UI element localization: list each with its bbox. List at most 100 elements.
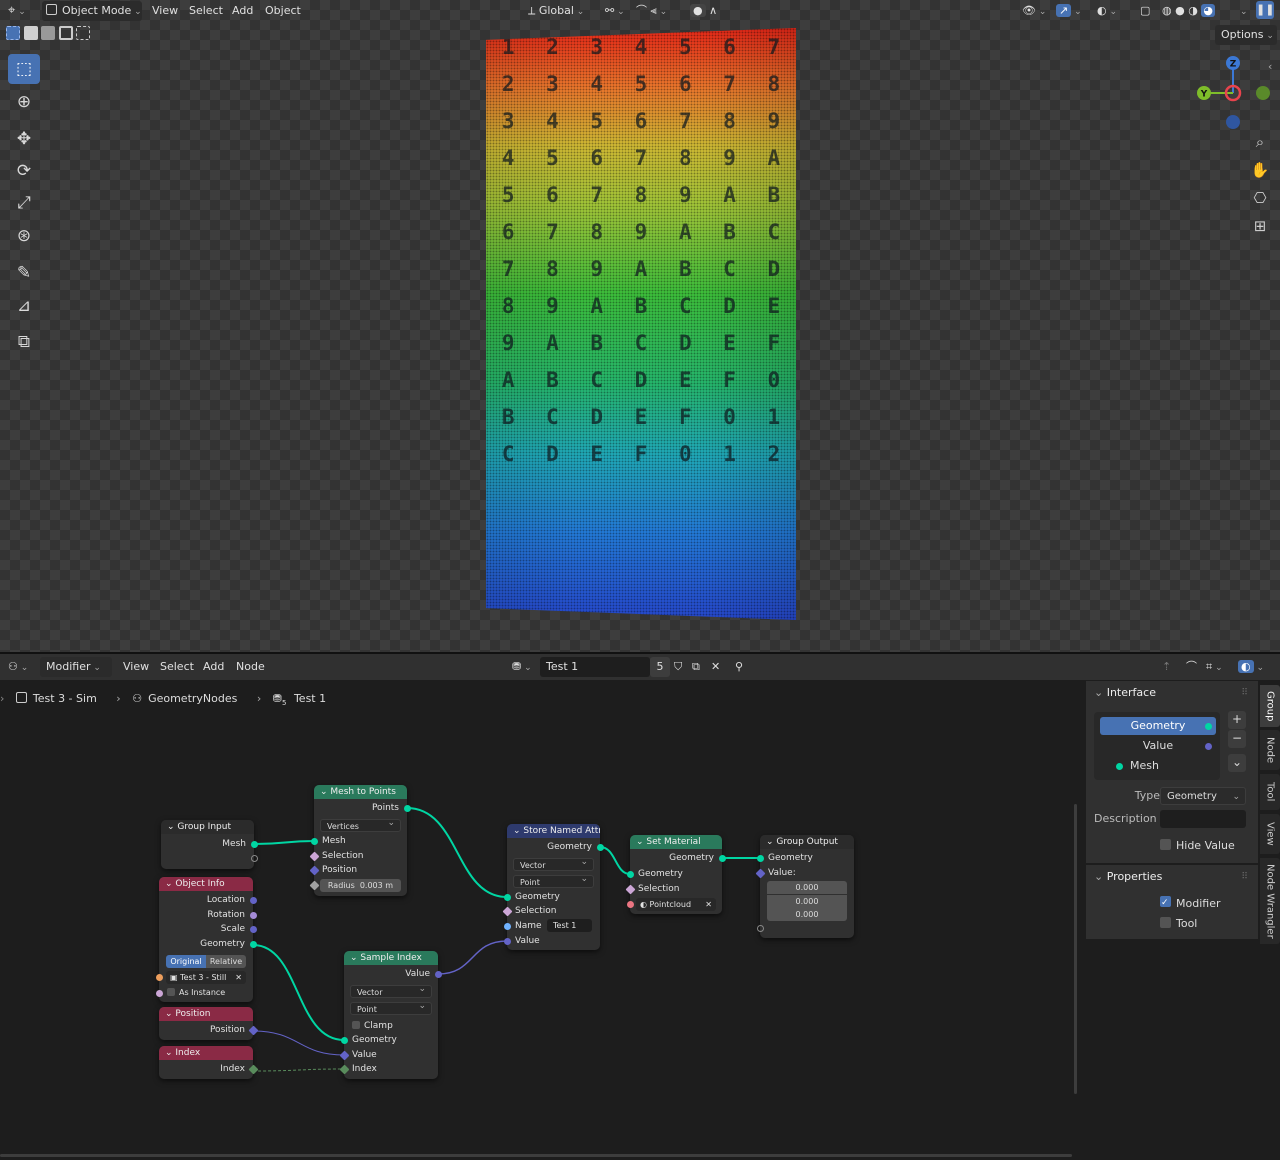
- relative-button[interactable]: Relative: [206, 955, 246, 968]
- vector-socket[interactable]: [249, 925, 257, 933]
- group-output-header[interactable]: ⌄ Group Output: [760, 835, 854, 849]
- parent-tree-button[interactable]: ⇡: [1162, 657, 1171, 677]
- mode-dropdown[interactable]: Object Mode ⌄: [42, 1, 142, 21]
- socket-specials-button[interactable]: ⌄: [1228, 754, 1246, 772]
- rotation-socket[interactable]: [249, 911, 257, 919]
- position-node[interactable]: ⌄ Position Position: [159, 1007, 258, 1040]
- attribute-name-field[interactable]: Test 1: [547, 919, 592, 932]
- interface-item-mesh[interactable]: Mesh: [1100, 757, 1216, 775]
- node-snap-toggle[interactable]: ⌒: [1186, 657, 1197, 677]
- pan-button[interactable]: ✋: [1248, 158, 1272, 182]
- rotate-tool[interactable]: ⟳: [8, 156, 40, 186]
- rendered-shading-icon[interactable]: ◕: [1201, 4, 1215, 17]
- mesh-to-points-mode-dropdown[interactable]: Vertices: [320, 817, 401, 832]
- data-type-dropdown[interactable]: Vector: [350, 983, 432, 998]
- material-shading-icon[interactable]: ◑: [1188, 4, 1198, 17]
- select-extend-icon[interactable]: [23, 26, 38, 40]
- 3d-viewport[interactable]: ⌖ ⌄ Object Mode ⌄ View Select Add Object…: [0, 0, 1280, 652]
- geometry-socket[interactable]: [249, 940, 257, 948]
- value-z-field[interactable]: 0.000: [767, 908, 847, 921]
- remove-socket-button[interactable]: −: [1228, 730, 1246, 748]
- node-editor[interactable]: ⚇ ⌄ Modifier ⌄ View Select Add Node ⛃ ⌄ …: [0, 652, 1280, 1159]
- navigation-gizmo[interactable]: Z Y: [1190, 52, 1274, 136]
- object-socket[interactable]: [155, 974, 163, 981]
- select-box-tool[interactable]: ⬚: [8, 54, 40, 84]
- perspective-toggle[interactable]: ⊞: [1248, 214, 1272, 238]
- original-button[interactable]: Original: [166, 955, 206, 968]
- interface-item-geometry[interactable]: Geometry: [1100, 717, 1216, 735]
- editor-type-dropdown[interactable]: ⌖ ⌄: [8, 1, 26, 21]
- camera-view-button[interactable]: ⎔: [1248, 186, 1272, 210]
- menu-select[interactable]: Select: [189, 1, 223, 21]
- node-overlays-toggle[interactable]: ◐ ⌄: [1238, 657, 1264, 677]
- group-input-node[interactable]: ⌄ Group Input Mesh: [161, 820, 258, 869]
- proportional-edit-toggle[interactable]: ● ∧: [690, 1, 732, 21]
- geometry-socket[interactable]: [756, 854, 764, 862]
- store-named-attribute-node[interactable]: ⌄ Store Named Attrib... Geometry Vector …: [502, 824, 604, 950]
- select-intersect-icon[interactable]: [76, 26, 90, 40]
- interface-item-value[interactable]: Value: [1100, 737, 1216, 755]
- material-picker[interactable]: ◐ Pointcloud ✕: [626, 898, 716, 911]
- sidebar-expand-arrow[interactable]: ‹: [1268, 60, 1272, 73]
- object-picker[interactable]: ▣ Test 3 - Still ✕: [155, 971, 246, 984]
- string-socket[interactable]: [503, 922, 511, 930]
- interface-panel-header[interactable]: ⌄ Interface ⠿: [1086, 681, 1258, 705]
- set-material-header[interactable]: ⌄ Set Material: [630, 835, 722, 849]
- visibility-dropdown[interactable]: 👁 ⌄: [1022, 1, 1046, 21]
- select-subtract-icon[interactable]: [41, 26, 55, 40]
- vector-socket[interactable]: [249, 896, 257, 904]
- tab-view[interactable]: View: [1260, 814, 1280, 854]
- geometry-socket[interactable]: [626, 870, 634, 878]
- properties-panel-header[interactable]: ⌄ Properties ⠿: [1086, 865, 1258, 889]
- sample-index-header[interactable]: ⌄ Sample Index: [344, 951, 438, 965]
- vector-socket[interactable]: [503, 937, 511, 945]
- set-material-node[interactable]: ⌄ Set Material Geometry Geometry Selecti…: [625, 835, 726, 914]
- options-dropdown[interactable]: Options ⌄: [1215, 25, 1277, 45]
- panel-drag-icon[interactable]: ⠿: [1241, 681, 1248, 705]
- geometry-socket[interactable]: [503, 893, 511, 901]
- gizmo-toggle[interactable]: ↗ ⌄: [1056, 1, 1082, 21]
- tab-node-wrangler[interactable]: Node Wrangler: [1260, 858, 1280, 944]
- clear-material-icon[interactable]: ✕: [705, 898, 712, 911]
- geometry-socket[interactable]: [250, 840, 258, 848]
- geometry-socket[interactable]: [310, 837, 318, 845]
- menu-object[interactable]: Object: [265, 1, 301, 21]
- menu-view[interactable]: View: [152, 1, 178, 21]
- empty-socket[interactable]: [756, 924, 764, 932]
- position-header[interactable]: ⌄ Position: [159, 1007, 253, 1021]
- group-output-node[interactable]: ⌄ Group Output Geometry Value: 0.000 0.0…: [755, 835, 854, 938]
- select-new-icon[interactable]: [6, 26, 20, 40]
- sample-index-node[interactable]: ⌄ Sample Index Value Vector Point Clamp …: [339, 951, 442, 1079]
- attribute-type-dropdown[interactable]: Vector: [513, 856, 594, 871]
- store-named-attribute-header[interactable]: ⌄ Store Named Attrib...: [507, 824, 600, 838]
- node-editor-scrollbar[interactable]: [1074, 804, 1077, 1094]
- tab-tool[interactable]: Tool: [1260, 774, 1280, 810]
- cursor-tool[interactable]: ⊕: [8, 87, 40, 117]
- add-socket-button[interactable]: +: [1228, 711, 1246, 729]
- domain-dropdown[interactable]: Point: [350, 1000, 432, 1015]
- zoom-button[interactable]: ⌕: [1248, 130, 1272, 154]
- value-y-field[interactable]: 0.000: [767, 894, 847, 908]
- transform-orientation-dropdown[interactable]: ⟂ Global ⌄: [528, 1, 584, 21]
- tab-group[interactable]: Group: [1260, 685, 1280, 727]
- object-info-node[interactable]: ⌄ Object Info Location Rotation Scale Ge…: [155, 877, 257, 1002]
- sidebar-toggle[interactable]: ❚❚: [1256, 1, 1274, 19]
- snap-toggle[interactable]: ⌒ ⫷ ⌄: [636, 1, 686, 21]
- snap-element-dropdown[interactable]: ⌗ ⌄: [1206, 657, 1223, 677]
- attribute-domain-dropdown[interactable]: Point: [513, 873, 594, 888]
- index-header[interactable]: ⌄ Index: [159, 1046, 253, 1060]
- point-cloud-object[interactable]: 123456723456783456789456789A56789AB6789A…: [486, 28, 796, 620]
- select-invert-icon[interactable]: [58, 26, 73, 40]
- geometry-socket[interactable]: [596, 843, 604, 851]
- xray-toggle[interactable]: ▢: [1140, 1, 1150, 21]
- menu-add[interactable]: Add: [232, 1, 253, 21]
- annotate-tool[interactable]: ✎: [8, 258, 40, 288]
- panel-drag-icon[interactable]: ⠿: [1241, 865, 1248, 889]
- value-x-field[interactable]: 0.000: [767, 881, 847, 894]
- as-instance-checkbox[interactable]: [167, 988, 175, 996]
- measure-tool[interactable]: ⊿: [8, 291, 40, 321]
- solid-shading-icon[interactable]: ●: [1175, 4, 1185, 17]
- radius-field[interactable]: Radius 0.003 m: [309, 879, 401, 892]
- mesh-to-points-node[interactable]: ⌄ Mesh to Points Points Vertices Mesh Se…: [309, 785, 411, 896]
- hide-value-checkbox[interactable]: [1160, 839, 1171, 850]
